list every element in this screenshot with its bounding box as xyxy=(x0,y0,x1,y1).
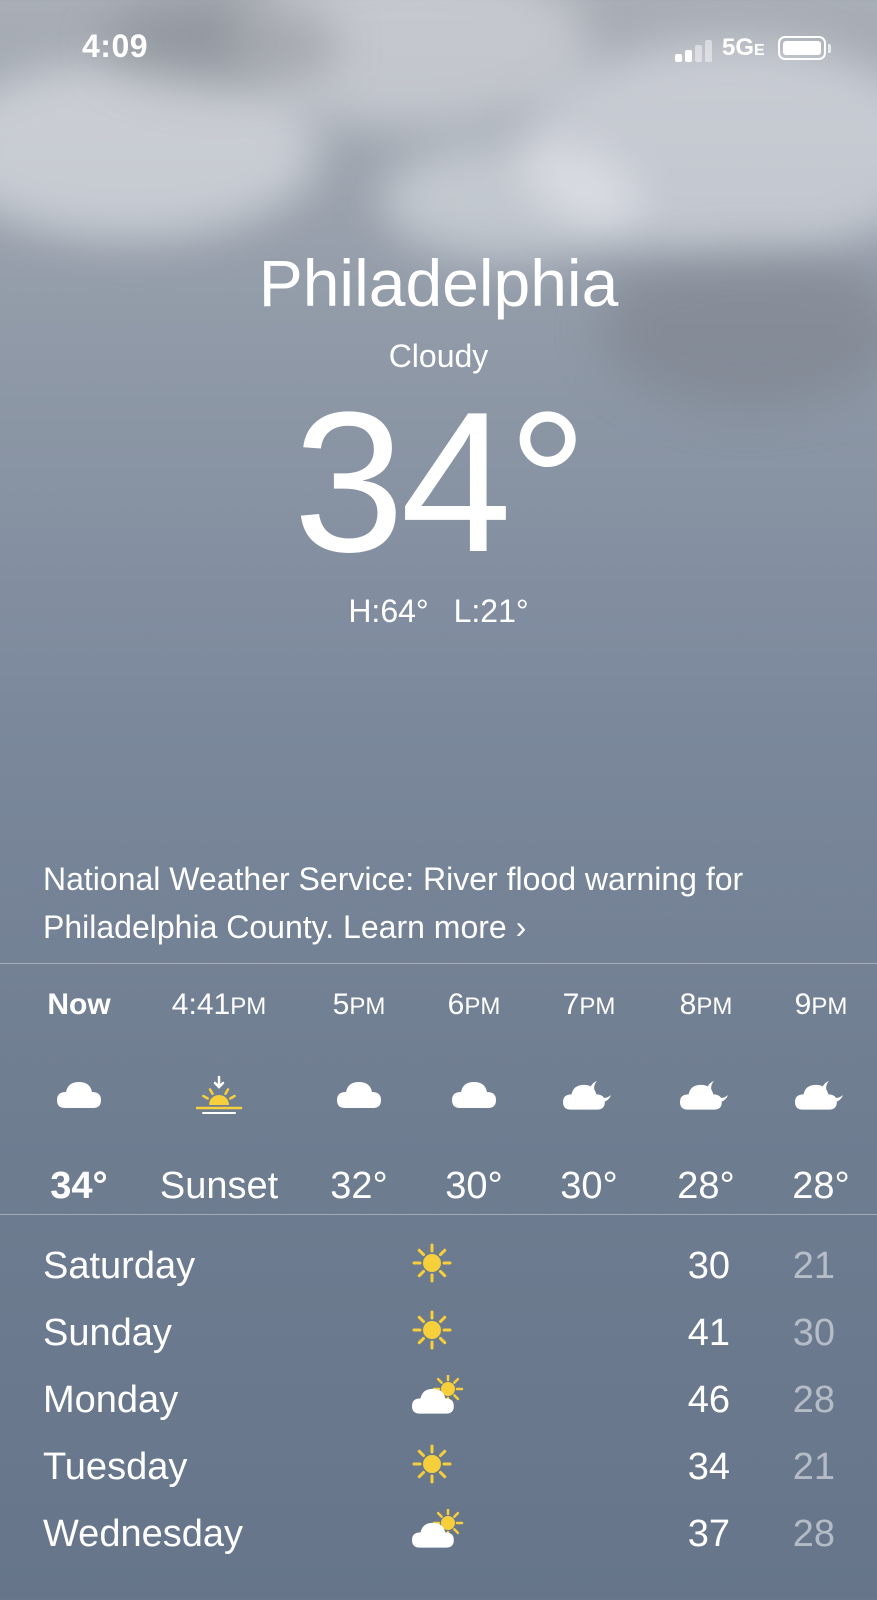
partly-cloudy-icon xyxy=(410,1507,470,1559)
current-temperature: 34° xyxy=(293,371,587,594)
day-name: Sunday xyxy=(43,1312,172,1354)
daily-row[interactable]: Wednesday 37 28 xyxy=(0,1503,877,1571)
hour-label: 5PM xyxy=(332,988,386,1021)
hourly-item: 9PM 28° xyxy=(761,985,877,1208)
cloud-moon-icon xyxy=(646,1065,766,1125)
high-low: H:64° L:21° xyxy=(0,593,877,630)
condition-text: Cloudy xyxy=(388,338,489,374)
daily-row[interactable]: Sunday 41 30 xyxy=(0,1302,877,1370)
sun-icon xyxy=(410,1442,470,1492)
cloud-icon xyxy=(19,1065,139,1125)
network-indicator: 5GE xyxy=(722,34,765,61)
hourly-forecast[interactable]: Now 34° 4:41PM Sunset 5PM 32° 6PM 30° 7PM 30° 8P… xyxy=(0,985,877,1215)
day-high: 37 xyxy=(687,1513,730,1555)
battery-tip xyxy=(828,44,831,53)
day-high: 34 xyxy=(687,1446,730,1488)
hour-label: 4:41PM xyxy=(171,988,267,1021)
cloud-icon xyxy=(414,1065,534,1125)
sun-icon xyxy=(410,1241,470,1291)
current-weather: Philadelphia Cloudy 34° H:64° L:21° xyxy=(0,250,877,630)
status-time: 4:09 xyxy=(82,28,149,64)
day-high: 41 xyxy=(687,1312,730,1354)
hour-temperature: Sunset xyxy=(159,1165,279,1207)
hourly-item: 4:41PM Sunset xyxy=(139,985,299,1208)
partly-cloudy-icon xyxy=(410,1373,470,1425)
hour-label: 9PM xyxy=(794,988,848,1021)
cloud-icon xyxy=(299,1065,419,1125)
hour-label: 6PM xyxy=(447,988,501,1021)
divider xyxy=(0,1214,877,1215)
hourly-item: 8PM 28° xyxy=(646,985,766,1208)
city-name: Philadelphia xyxy=(258,246,619,320)
hour-temperature: 28° xyxy=(677,1165,735,1207)
status-bar: 4:09 5GE xyxy=(0,0,877,100)
battery-icon xyxy=(778,36,826,60)
hourly-item: 6PM 30° xyxy=(414,985,534,1208)
hour-temperature: 30° xyxy=(445,1165,503,1207)
daily-row[interactable]: Tuesday 34 21 xyxy=(0,1436,877,1504)
day-low: 30 xyxy=(792,1312,835,1354)
hour-temperature: 34° xyxy=(50,1165,108,1207)
hourly-item: 7PM 30° xyxy=(529,985,649,1208)
cloud-moon-icon xyxy=(761,1065,877,1125)
day-high: 30 xyxy=(687,1245,730,1287)
high-temp: H:64° xyxy=(348,593,429,629)
cloud-moon-icon xyxy=(529,1065,649,1125)
day-name: Wednesday xyxy=(43,1513,243,1555)
day-name: Saturday xyxy=(43,1245,196,1287)
divider xyxy=(0,963,877,964)
day-name: Tuesday xyxy=(43,1446,188,1488)
day-low: 28 xyxy=(792,1379,835,1421)
day-low: 21 xyxy=(792,1446,835,1488)
day-name: Monday xyxy=(43,1379,179,1421)
hour-label: 8PM xyxy=(679,988,733,1021)
hour-temperature: 32° xyxy=(330,1165,388,1207)
daily-row[interactable]: Saturday 30 21 xyxy=(0,1235,877,1303)
day-low: 28 xyxy=(792,1513,835,1555)
hour-label: Now xyxy=(47,988,111,1021)
weather-alert[interactable]: National Weather Service: River flood wa… xyxy=(43,855,843,951)
chevron-right-icon: › xyxy=(515,909,527,945)
hourly-item: 5PM 32° xyxy=(299,985,419,1208)
sun-icon xyxy=(410,1308,470,1358)
hour-temperature: 28° xyxy=(792,1165,850,1207)
hour-label: 7PM xyxy=(562,988,616,1021)
day-low: 21 xyxy=(792,1245,835,1287)
hour-temperature: 30° xyxy=(560,1165,618,1207)
learn-more-link[interactable]: Learn more › xyxy=(343,909,526,945)
low-temp: L:21° xyxy=(453,593,529,629)
sunset-icon xyxy=(139,1065,299,1125)
day-high: 46 xyxy=(687,1379,730,1421)
daily-row[interactable]: Monday 46 28 xyxy=(0,1369,877,1437)
hourly-item: Now 34° xyxy=(19,985,139,1208)
signal-strength-icon xyxy=(675,38,719,62)
